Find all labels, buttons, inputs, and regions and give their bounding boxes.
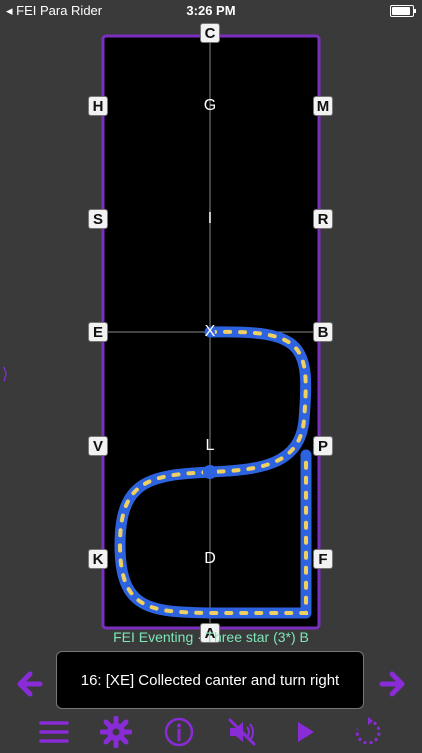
arrow-right-icon: [379, 671, 405, 697]
info-button[interactable]: [163, 716, 195, 748]
restart-button[interactable]: [352, 716, 384, 748]
arrow-left-icon: [17, 671, 43, 697]
marker-c: C: [200, 23, 220, 43]
gear-icon: [99, 715, 133, 749]
marker-s: S: [88, 209, 108, 229]
centerline-g: G: [203, 97, 217, 114]
centerline-x: X: [204, 323, 216, 340]
centerline-l: L: [205, 437, 215, 454]
route-node-l: [203, 465, 217, 479]
mute-icon: [228, 718, 256, 746]
dressage-arena: C A H M S R E B V P K F G I X L D: [0, 0, 422, 650]
menu-icon: [39, 721, 69, 743]
marker-k: K: [88, 549, 108, 569]
centerline-i: I: [207, 210, 213, 227]
restart-icon: [355, 717, 381, 745]
marker-b: B: [313, 322, 333, 342]
movement-instruction: 16: [XE] Collected canter and turn right: [56, 651, 364, 709]
marker-m: M: [313, 96, 333, 116]
side-drawer-chevron-icon[interactable]: ⟩: [2, 364, 8, 384]
marker-h: H: [88, 96, 108, 116]
menu-button[interactable]: [38, 716, 70, 748]
centerline-d: D: [204, 550, 216, 567]
test-title: FEI Eventing · Three star (3*) B: [113, 629, 309, 645]
bottom-toolbar: [0, 712, 422, 750]
marker-p: P: [313, 436, 333, 456]
mute-button[interactable]: [226, 716, 258, 748]
next-movement-button[interactable]: [376, 668, 408, 700]
play-icon: [298, 722, 314, 742]
marker-r: R: [313, 209, 333, 229]
previous-movement-button[interactable]: [14, 668, 46, 700]
settings-button[interactable]: [99, 715, 133, 749]
marker-v: V: [88, 436, 108, 456]
play-button[interactable]: [289, 716, 321, 748]
info-icon: [164, 717, 194, 747]
marker-e: E: [88, 322, 108, 342]
marker-f: F: [313, 549, 333, 569]
movement-text: 16: [XE] Collected canter and turn right: [80, 671, 340, 689]
